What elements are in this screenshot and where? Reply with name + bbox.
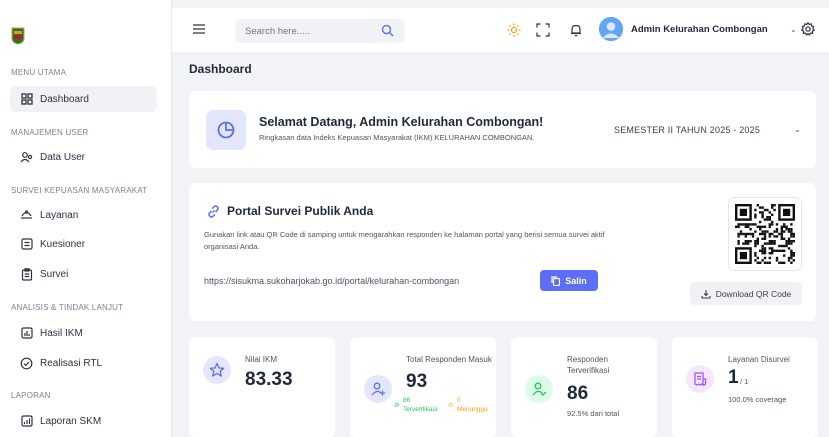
top-bar: Admin Kelurahan Combongan ⌄ xyxy=(172,8,829,52)
pie-chart-icon xyxy=(206,110,246,150)
sidebar-item-label: Realisasi RTL xyxy=(40,357,103,369)
download-qr-button[interactable]: Download QR Code xyxy=(690,282,802,305)
sun-icon[interactable] xyxy=(507,23,521,37)
sidebar-item-label: Kuesioner xyxy=(40,238,86,250)
regency-logo-icon[interactable] xyxy=(11,27,25,45)
stat-value: 93 xyxy=(406,371,428,392)
copy-link-button[interactable]: Salin xyxy=(540,270,598,291)
pending-count: 0 xyxy=(457,397,461,404)
portal-card: Portal Survei Publik Anda Gunakan link a… xyxy=(189,183,816,321)
link-icon xyxy=(208,205,219,218)
welcome-title: Selamat Datang, Admin Kelurahan Combonga… xyxy=(259,115,544,129)
stat-value: 83.33 xyxy=(245,369,293,390)
copy-link-label: Salin xyxy=(565,275,587,286)
verified-label: Terverifikasi xyxy=(403,406,438,413)
welcome-card: Selamat Datang, Admin Kelurahan Combonga… xyxy=(189,91,816,168)
chevron-down-icon[interactable]: ⌄ xyxy=(790,25,797,34)
page-title: Dashboard xyxy=(189,62,252,76)
stat-label: Layanan Disurvei xyxy=(728,355,790,364)
semester-select[interactable]: SEMESTER II TAHUN 2025 - 2025 xyxy=(614,125,760,135)
sidebar-item-label: Survei xyxy=(40,268,69,280)
stat-note: 92.5% dari total xyxy=(567,409,620,418)
stat-card-responden: Total Responden Masuk 93 ⊘ 86 Terverifik… xyxy=(350,337,496,437)
stat-total: / 1 xyxy=(740,377,749,386)
check-circle-icon xyxy=(20,357,33,370)
sidebar-item-label: Data User xyxy=(40,151,86,163)
sidebar: MENU UTAMA Dashboard MANAJEMEN USER Data… xyxy=(0,0,172,437)
section-title-survei: SURVEI KEPUASAN MASYARAKAT xyxy=(11,186,148,195)
sidebar-item-kuesioner[interactable]: Kuesioner xyxy=(10,231,157,257)
responden-breakdown: ⊘ 86 Terverifikasi ⊙ 0 Menunggu xyxy=(394,397,494,423)
search-icon[interactable] xyxy=(381,24,394,37)
section-title-laporan: LAPORAN xyxy=(11,391,51,400)
stat-card-ikm: Nilai IKM 83.33 xyxy=(189,337,335,437)
stat-card-verified: Responden Terverifikasi 86 92.5% dari to… xyxy=(511,337,657,437)
report-icon xyxy=(20,415,33,428)
stat-value: 1 xyxy=(728,367,739,388)
receipt-icon xyxy=(686,365,714,393)
sidebar-item-hasil-ikm[interactable]: Hasil IKM xyxy=(10,320,157,346)
sidebar-item-label: Hasil IKM xyxy=(40,327,83,339)
welcome-subtitle: Ringkasan data Indeks Kepuasan Masyaraka… xyxy=(259,133,535,142)
sidebar-item-dashboard[interactable]: Dashboard xyxy=(10,86,157,112)
download-icon xyxy=(701,289,711,299)
star-icon xyxy=(203,356,231,384)
clock-icon: ⊙ xyxy=(448,402,454,409)
section-title-analisis: ANALISIS & TINDAK LANJUT xyxy=(11,303,124,312)
portal-title: Portal Survei Publik Anda xyxy=(227,204,374,218)
bell-icon[interactable] xyxy=(569,23,583,37)
sidebar-item-label: Laporan SKM xyxy=(40,415,102,427)
sidebar-item-data-user[interactable]: Data User xyxy=(10,144,157,170)
sidebar-item-layanan[interactable]: Layanan xyxy=(10,202,157,228)
stat-label: Responden Terverifikasi xyxy=(567,355,610,375)
avatar[interactable] xyxy=(599,17,623,41)
check-icon: ⊘ xyxy=(394,402,400,409)
copy-icon xyxy=(551,275,561,286)
user-plus-icon xyxy=(364,375,392,403)
user-avatar-icon xyxy=(599,17,623,41)
fullscreen-icon[interactable] xyxy=(536,23,550,37)
sidebar-item-label: Layanan xyxy=(40,209,79,221)
stat-label: Total Responden Masuk xyxy=(406,355,492,364)
chevron-down-icon[interactable]: ⌄ xyxy=(794,125,801,134)
portal-url[interactable]: https://sisukma.sukoharjokab.go.id/porta… xyxy=(204,276,459,286)
sidebar-item-realisasi-rtl[interactable]: Realisasi RTL xyxy=(10,350,157,376)
section-title-menu-utama: MENU UTAMA xyxy=(11,68,67,77)
sidebar-item-label: Dashboard xyxy=(40,93,89,105)
sidebar-item-survei[interactable]: Survei xyxy=(10,261,157,287)
user-check-icon xyxy=(525,375,553,403)
grid-icon xyxy=(20,93,33,106)
qr-code-icon xyxy=(735,204,795,264)
qr-code xyxy=(728,197,802,271)
stat-note: 100.0% coverage xyxy=(728,395,787,404)
pending-label: Menunggu xyxy=(457,406,488,413)
stat-value: 86 xyxy=(567,383,589,404)
chart-icon xyxy=(20,327,33,340)
stat-card-layanan: Layanan Disurvei 1 / 1 100.0% coverage xyxy=(672,337,818,437)
search-input[interactable] xyxy=(235,19,405,43)
stat-label: Nilai IKM xyxy=(245,355,278,364)
menu-toggle-icon[interactable] xyxy=(193,24,205,34)
download-qr-label: Download QR Code xyxy=(715,288,792,299)
verified-count: 86 xyxy=(403,397,411,404)
clipboard-icon xyxy=(20,267,33,281)
user-name[interactable]: Admin Kelurahan Combongan xyxy=(631,24,768,35)
service-icon xyxy=(20,209,33,222)
users-icon xyxy=(20,151,33,164)
gear-icon[interactable] xyxy=(801,22,815,36)
sidebar-item-laporan-skm[interactable]: Laporan SKM xyxy=(10,408,157,434)
questionnaire-icon xyxy=(20,238,33,251)
section-title-manajemen-user: MANAJEMEN USER xyxy=(11,128,89,137)
portal-description: Gunakan link atau QR Code di samping unt… xyxy=(204,230,605,251)
